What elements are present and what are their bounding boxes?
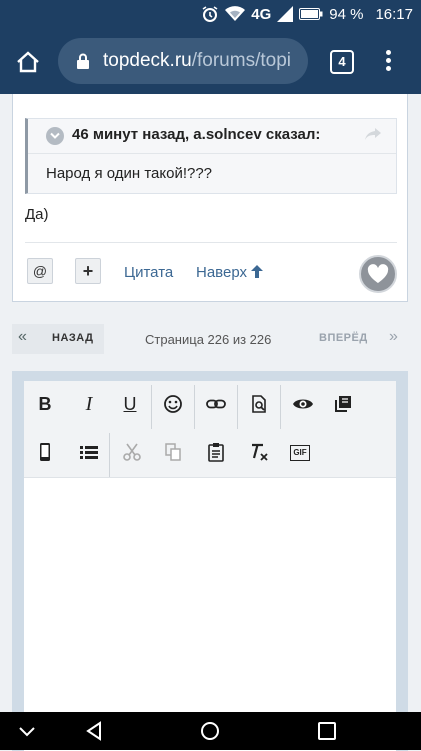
to-top-label: Наверх xyxy=(196,264,247,281)
list-button[interactable] xyxy=(74,437,104,467)
page-info: Страница 226 из 226 xyxy=(145,332,272,347)
divider xyxy=(25,242,397,243)
lock-icon xyxy=(77,53,89,69)
home-button[interactable] xyxy=(14,48,42,76)
spoiler-button[interactable] xyxy=(287,389,317,419)
next-page-button[interactable]: ВПЕРЁД xyxy=(319,332,368,344)
bold-button[interactable]: B xyxy=(30,389,60,419)
mobile-icon xyxy=(40,443,50,461)
share-arrow-icon[interactable] xyxy=(364,127,382,141)
alarm-icon xyxy=(202,6,218,22)
mobile-view-button[interactable] xyxy=(30,437,60,467)
link-icon xyxy=(206,399,226,409)
copy-source-button[interactable] xyxy=(328,389,358,419)
preview-button[interactable] xyxy=(244,389,274,419)
toolbar-divider xyxy=(109,433,110,477)
reply-editor: B I U GIF xyxy=(24,381,396,751)
gif-label: GIF xyxy=(290,445,310,462)
home-icon xyxy=(17,51,39,73)
arrow-up-icon xyxy=(251,265,264,278)
toolbar-divider xyxy=(237,385,238,429)
next-arrows[interactable]: » xyxy=(389,328,398,346)
italic-button[interactable]: I xyxy=(74,389,104,419)
clock: 16:17 xyxy=(375,5,413,23)
toolbar-divider xyxy=(151,385,152,429)
browser-toolbar: topdeck.ru/forums/topi 4 xyxy=(0,30,421,94)
url-text: topdeck.ru/forums/topi xyxy=(103,50,291,72)
quote-link[interactable]: Цитата xyxy=(124,264,173,281)
paste-button[interactable] xyxy=(201,437,231,467)
url-path: /forums/topi xyxy=(191,50,291,71)
clear-format-button[interactable] xyxy=(244,437,274,467)
quote-header: 46 минут назад, a.solncev сказал: xyxy=(28,119,396,154)
toolbar-divider xyxy=(194,385,195,429)
copy-icon xyxy=(165,443,181,461)
back-icon[interactable] xyxy=(84,721,104,741)
url-host: topdeck.ru xyxy=(103,50,192,71)
post-text: Да) xyxy=(25,206,49,223)
tab-switcher-button[interactable]: 4 xyxy=(330,50,354,74)
editor-toolbar: B I U GIF xyxy=(24,381,396,478)
link-button[interactable] xyxy=(201,389,231,419)
signal-icon xyxy=(277,6,294,22)
list-icon xyxy=(80,446,98,459)
emoji-button[interactable] xyxy=(158,389,188,419)
system-nav-bar xyxy=(0,712,421,750)
cut-button[interactable] xyxy=(117,437,147,467)
status-bar: 4G 94 % 16:17 xyxy=(0,0,421,30)
network-type: 4G xyxy=(251,5,272,23)
scissors-icon xyxy=(123,443,141,461)
underline-button[interactable]: U xyxy=(115,389,145,419)
home-nav-icon[interactable] xyxy=(200,721,220,741)
clipboard-icon xyxy=(208,443,224,462)
recents-icon[interactable] xyxy=(317,721,337,741)
wifi-icon xyxy=(225,6,246,21)
like-button[interactable] xyxy=(359,255,397,293)
document-search-icon xyxy=(252,395,266,413)
chevron-down-icon[interactable] xyxy=(18,721,36,741)
prev-label: НАЗАД xyxy=(52,332,94,344)
prev-page-button[interactable]: « НАЗАД xyxy=(12,324,104,354)
battery-icon xyxy=(299,8,323,20)
quote-text: Народ я один такой!??? xyxy=(46,165,213,182)
address-bar[interactable]: topdeck.ru/forums/topi xyxy=(58,38,308,84)
battery-percent: 94 % xyxy=(329,5,364,23)
eye-icon xyxy=(293,399,313,409)
heart-icon xyxy=(367,264,389,283)
reply-editor-container: B I U GIF xyxy=(12,371,408,751)
prev-arrows: « xyxy=(18,328,27,345)
mention-button[interactable]: @ xyxy=(27,258,53,284)
editor-text-area[interactable] xyxy=(24,478,396,751)
copy-stack-icon xyxy=(335,396,351,412)
overflow-menu-button[interactable] xyxy=(384,48,392,76)
smiley-icon xyxy=(164,395,182,413)
clear-format-icon xyxy=(252,443,268,461)
multiquote-button[interactable]: + xyxy=(75,258,101,284)
chevron-down-icon xyxy=(50,132,60,139)
forum-post: 46 минут назад, a.solncev сказал: Народ … xyxy=(12,94,408,302)
toolbar-divider xyxy=(280,385,281,429)
to-top-link[interactable]: Наверх xyxy=(196,264,264,281)
gif-button[interactable]: GIF xyxy=(285,437,315,467)
pagination: « НАЗАД Страница 226 из 226 ВПЕРЁД » xyxy=(12,324,408,354)
copy-button[interactable] xyxy=(158,437,188,467)
quote-author: 46 минут назад, a.solncev сказал: xyxy=(72,126,321,143)
quote-toggle-button[interactable] xyxy=(46,127,64,145)
post-quote: 46 минут назад, a.solncev сказал: Народ … xyxy=(25,118,397,194)
